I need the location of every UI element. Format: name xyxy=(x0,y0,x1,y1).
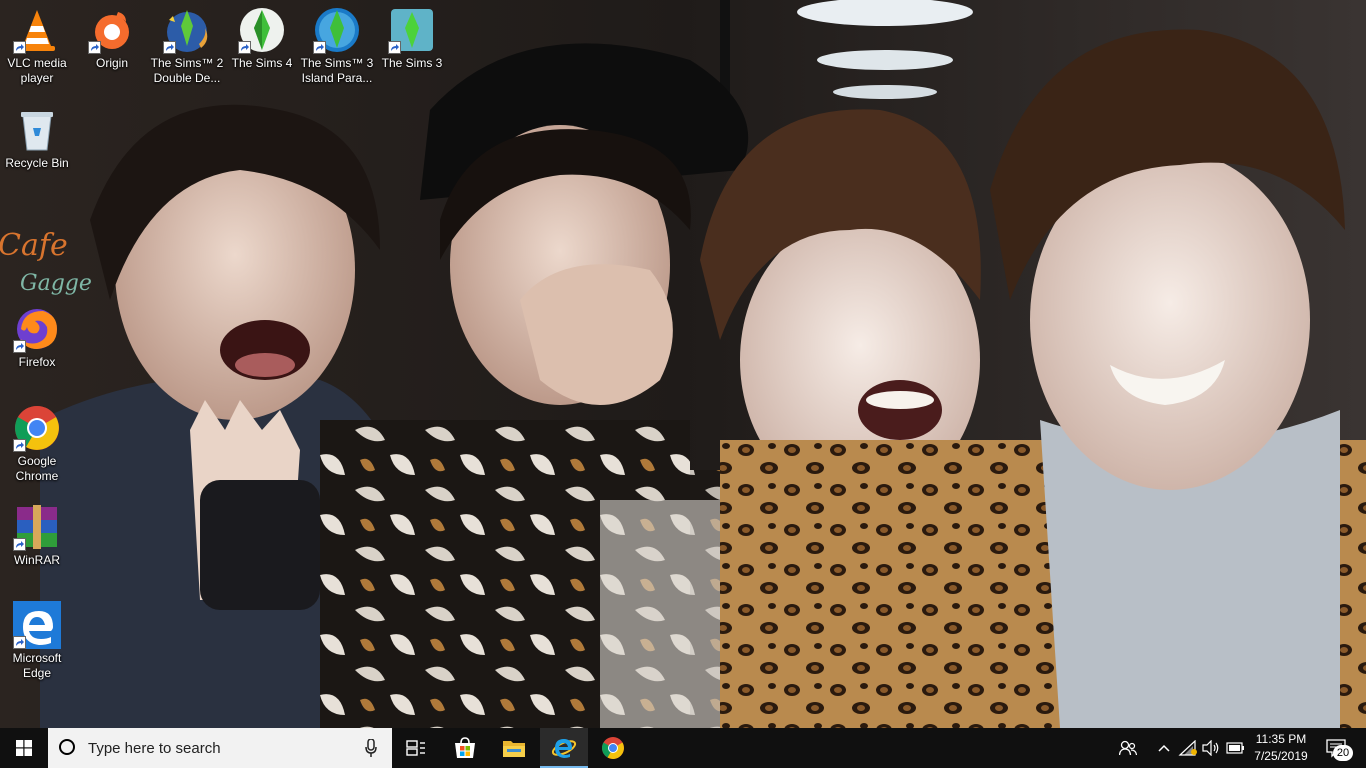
taskbar-microsoft-store[interactable] xyxy=(441,728,489,768)
desktop-icon-sims3-island[interactable]: The Sims™ 3 Island Para... xyxy=(300,6,374,86)
shortcut-arrow-icon xyxy=(388,41,401,54)
sims2-icon xyxy=(163,6,211,54)
folder-icon xyxy=(503,741,525,757)
sims3-island-icon xyxy=(313,6,361,54)
task-view-button[interactable] xyxy=(392,728,440,768)
shortcut-arrow-icon xyxy=(13,636,26,649)
shortcut-arrow-icon xyxy=(13,41,26,54)
action-center-button[interactable]: 20 xyxy=(1318,728,1366,768)
desktop-icon-edge[interactable]: Microsoft Edge xyxy=(0,601,74,681)
people-icon[interactable] xyxy=(1118,738,1138,758)
volume-icon[interactable] xyxy=(1201,738,1221,758)
shortcut-arrow-icon xyxy=(163,41,176,54)
shortcut-arrow-icon xyxy=(13,340,26,353)
recycle-bin-icon xyxy=(13,106,61,154)
search-input[interactable]: Type here to search xyxy=(48,728,392,768)
origin-icon xyxy=(88,6,136,54)
desktop-icon-label: Recycle Bin xyxy=(5,156,69,170)
desktop-icon-chrome[interactable]: Google Chrome xyxy=(0,404,74,484)
battery-icon[interactable] xyxy=(1226,738,1246,758)
desktop-icon-label: The Sims™ 2 Double De... xyxy=(150,56,224,85)
shortcut-arrow-icon xyxy=(13,439,26,452)
firefox-icon xyxy=(13,305,61,353)
shortcut-arrow-icon xyxy=(313,41,326,54)
desktop-icon-vlc[interactable]: VLC media player xyxy=(0,6,74,86)
store-icon xyxy=(455,737,475,758)
chrome-icon xyxy=(602,737,624,759)
taskbar-file-explorer[interactable] xyxy=(490,728,538,768)
chrome-icon xyxy=(13,404,61,452)
microphone-icon[interactable] xyxy=(365,738,377,762)
search-placeholder: Type here to search xyxy=(88,740,221,757)
desktop-icon-winrar[interactable]: WinRAR xyxy=(0,503,74,568)
desktop-icon-origin[interactable]: Origin xyxy=(75,6,149,71)
system-clock[interactable]: 11:35 PM 7/25/2019 xyxy=(1248,731,1314,765)
desktop-icon-firefox[interactable]: Firefox xyxy=(0,305,74,370)
task-view-icon xyxy=(406,740,425,756)
windows-logo-icon xyxy=(16,740,32,756)
internet-explorer-icon xyxy=(551,739,577,758)
desktop-icon-recycle-bin[interactable]: Recycle Bin xyxy=(0,106,74,171)
show-hidden-icons-chevron-icon[interactable] xyxy=(1154,738,1174,758)
desktop-icon-sims2[interactable]: The Sims™ 2 Double De... xyxy=(150,6,224,86)
vlc-icon xyxy=(13,6,61,54)
sims4-icon xyxy=(238,6,286,54)
sims3-icon xyxy=(388,6,436,54)
svg-text:Cafe: Cafe xyxy=(0,228,68,263)
desktop-icon-sims3[interactable]: The Sims 3 xyxy=(375,6,449,71)
desktop-icon-label: WinRAR xyxy=(13,553,60,567)
desktop-wallpaper: Cafe Gagge xyxy=(0,0,1366,728)
desktop-icon-label: Origin xyxy=(95,56,128,70)
desktop-icon-label: Google Chrome xyxy=(15,454,59,483)
taskbar: Type here to search 11:35 PM 7/25/2019 2… xyxy=(0,728,1366,768)
taskbar-internet-explorer[interactable] xyxy=(540,728,588,768)
desktop-icon-label: Microsoft Edge xyxy=(12,651,62,680)
svg-text:Gagge: Gagge xyxy=(20,271,92,296)
desktop-icon-label: VLC media player xyxy=(7,56,67,85)
wifi-icon[interactable] xyxy=(1178,738,1198,758)
notification-count-badge: 20 xyxy=(1333,745,1353,761)
winrar-icon xyxy=(13,503,61,551)
desktop-icon-label: The Sims 4 xyxy=(231,56,293,70)
start-button[interactable] xyxy=(0,728,48,768)
desktop-icon-label: The Sims™ 3 Island Para... xyxy=(300,56,374,85)
desktop-icon-label: Firefox xyxy=(18,355,56,369)
cortana-icon xyxy=(59,739,75,755)
taskbar-google-chrome[interactable] xyxy=(589,728,637,768)
shortcut-arrow-icon xyxy=(88,41,101,54)
edge-icon xyxy=(13,601,61,649)
clock-date: 7/25/2019 xyxy=(1254,749,1308,763)
desktop-icon-sims4[interactable]: The Sims 4 xyxy=(225,6,299,71)
shortcut-arrow-icon xyxy=(238,41,251,54)
desktop-icon-label: The Sims 3 xyxy=(381,56,443,70)
shortcut-arrow-icon xyxy=(13,538,26,551)
clock-time: 11:35 PM xyxy=(1255,732,1307,746)
